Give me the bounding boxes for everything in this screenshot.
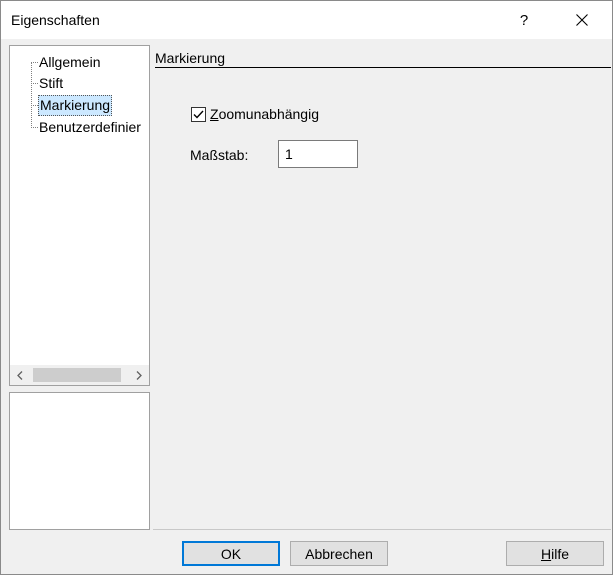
tree-item-label: Allgemein xyxy=(39,54,101,70)
tree-item-label: Markierung xyxy=(38,95,113,116)
close-button[interactable] xyxy=(557,1,607,39)
button-area-divider xyxy=(153,529,611,530)
scale-input[interactable] xyxy=(278,140,358,168)
tree-branch-line xyxy=(31,83,38,84)
help-title-button[interactable]: ? xyxy=(501,1,547,39)
category-tree[interactable]: Allgemein Stift Markierung Benutzerdefin… xyxy=(9,45,150,386)
section-divider xyxy=(155,67,611,68)
label-text: oomunabhängig xyxy=(218,106,319,122)
tree-branch-line xyxy=(31,127,38,128)
preview-pane xyxy=(9,392,150,530)
tree-item-label: Stift xyxy=(39,75,64,91)
checkmark-icon xyxy=(193,110,204,119)
tree-item-stift[interactable]: Stift xyxy=(10,73,149,94)
close-icon xyxy=(576,14,588,26)
mnemonic-letter: Z xyxy=(210,106,219,122)
chevron-left-icon xyxy=(17,370,23,380)
scroll-left-button[interactable] xyxy=(10,365,30,385)
zoom-independent-checkbox[interactable] xyxy=(191,106,206,122)
title-bar: Eigenschaften ? xyxy=(1,1,612,39)
scale-label: Maßstab: xyxy=(190,147,249,163)
window-title: Eigenschaften xyxy=(11,12,100,28)
scroll-thumb[interactable] xyxy=(33,368,121,382)
section-heading: Markierung xyxy=(155,50,226,66)
chevron-right-icon xyxy=(136,370,142,380)
tree-branch-line xyxy=(31,105,38,106)
ok-button[interactable]: OK xyxy=(182,541,280,566)
settings-panel: Markierung Zoomunabhängig Maßstab: xyxy=(153,45,612,529)
tree-item-benutzerdefiniert[interactable]: Benutzerdefinier xyxy=(10,117,149,138)
help-button[interactable]: Hilfe xyxy=(506,541,604,566)
properties-dialog: Eigenschaften ? Allgemein Stift Markieru… xyxy=(0,0,613,575)
tree-item-markierung[interactable]: Markierung xyxy=(10,95,149,116)
tree-item-allgemein[interactable]: Allgemein xyxy=(10,52,149,73)
zoom-independent-option[interactable]: Zoomunabhängig xyxy=(191,105,319,123)
horizontal-scrollbar[interactable] xyxy=(10,365,149,385)
tree-item-label: Benutzerdefinier xyxy=(39,119,141,135)
button-label: ilfe xyxy=(551,545,570,562)
cancel-button[interactable]: Abbrechen xyxy=(290,541,388,566)
scroll-right-button[interactable] xyxy=(129,365,149,385)
help-title-label: ? xyxy=(519,11,529,29)
tree-branch-line xyxy=(31,62,38,63)
zoom-independent-label: Zoomunabhängig xyxy=(210,106,319,122)
mnemonic-letter: H xyxy=(540,545,552,562)
